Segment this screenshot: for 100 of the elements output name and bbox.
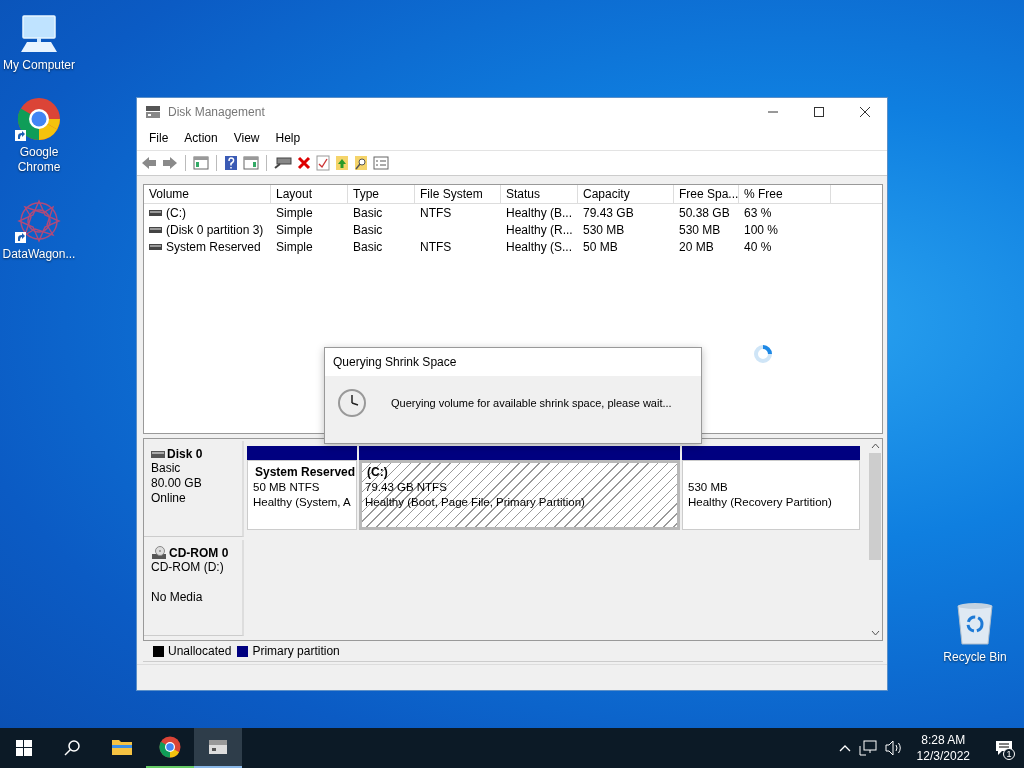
table-cell: Basic (353, 239, 383, 254)
table-cell: 530 MB (583, 222, 625, 237)
window-title: Disk Management (168, 105, 265, 119)
console-tree-icon[interactable] (193, 155, 209, 171)
column-header[interactable]: Volume (144, 185, 271, 203)
folder-search-icon[interactable] (354, 155, 368, 171)
recycle-bin-icon[interactable] (955, 602, 995, 646)
table-cell: 63 % (744, 205, 772, 220)
desktop-icon-label[interactable]: Recycle Bin (943, 650, 1007, 665)
menu-item[interactable]: Action (176, 131, 226, 145)
table-cell: 50.38 GB (679, 205, 730, 220)
column-header[interactable]: Status (501, 185, 578, 203)
partition-status: Healthy (Boot, Page File, Primary Partition) (365, 495, 586, 510)
partition-size: 530 MB (688, 480, 729, 495)
disk-info: 80.00 GB (151, 476, 203, 491)
menu-item[interactable]: Help (267, 131, 309, 145)
partition-block[interactable]: System Reserved 50 MB NTFS Healthy (System, A (247, 460, 357, 530)
table-cell: 50 MB (583, 239, 618, 254)
taskbar-app-button[interactable] (194, 728, 242, 768)
column-header[interactable]: % Free (739, 185, 831, 203)
partition-block[interactable]: 530 MB Healthy (Recovery Partition) (682, 460, 860, 530)
menu-item[interactable]: View (225, 131, 268, 145)
table-cell: Basic (353, 222, 383, 237)
partition-size: 50 MB NTFS (253, 480, 321, 495)
table-cell[interactable]: (Disk 0 partition 3) (166, 222, 264, 237)
chrome-icon (159, 736, 181, 758)
partition-status: Healthy (System, A (253, 495, 352, 510)
desktop-icon-label[interactable]: Google Chrome (0, 145, 78, 175)
disk-info: CD-ROM (D:) (151, 560, 225, 575)
table-cell: 100 % (744, 222, 779, 237)
legend-label: Primary partition (252, 644, 340, 658)
column-header[interactable]: Layout (271, 185, 348, 203)
shortcut-arrow-icon (15, 130, 26, 141)
column-header[interactable]: Capacity (578, 185, 674, 203)
dialog-message: Querying volume for available shrink space, please wait... (391, 397, 672, 409)
close-icon[interactable] (859, 106, 871, 118)
table-cell: Basic (353, 205, 383, 220)
column-header[interactable]: File System (415, 185, 501, 203)
partition-status: Healthy (Recovery Partition) (688, 495, 833, 510)
maximize-icon[interactable] (813, 106, 825, 118)
column-header[interactable]: Type (348, 185, 415, 203)
volume-icon[interactable] (884, 740, 903, 756)
disk-label-panel[interactable]: CD-ROM 0 CD-ROM (D:) No Media (144, 540, 244, 636)
partition-block[interactable]: (C:) 79.43 GB NTFS Healthy (Boot, Page File, Primary Partition) (359, 460, 680, 530)
chrome-icon[interactable] (17, 97, 61, 141)
table-cell: 79.43 GB (583, 205, 634, 220)
table-cell: Healthy (S... (506, 239, 573, 254)
back-arrow-icon[interactable] (141, 155, 157, 171)
volume-icon (149, 243, 162, 250)
table-cell: Simple (276, 205, 313, 220)
scroll-up-icon[interactable] (870, 443, 880, 449)
checklist-icon[interactable] (316, 155, 330, 171)
table-cell: NTFS (420, 239, 452, 254)
desktop-icon-label[interactable]: DataWagon... (2, 247, 76, 262)
dialog-title: Querying Shrink Space (333, 355, 457, 369)
windows-start-icon[interactable] (16, 740, 32, 756)
disk-status: Online (151, 491, 187, 506)
disk-status: No Media (151, 590, 204, 605)
scroll-down-icon[interactable] (870, 630, 880, 636)
disk-management-icon (207, 738, 229, 756)
table-cell: 530 MB (679, 222, 721, 237)
folder-icon (111, 738, 133, 756)
table-cell: 40 % (744, 239, 772, 254)
star-pattern-icon[interactable] (17, 199, 61, 243)
table-cell: Simple (276, 222, 313, 237)
network-icon[interactable] (858, 740, 877, 756)
column-header[interactable]: Free Spa... (674, 185, 739, 203)
chevron-up-icon[interactable] (838, 744, 851, 752)
busy-cursor-icon (753, 344, 773, 364)
clock-icon (337, 388, 367, 418)
date: 12/3/2022 (916, 748, 970, 764)
table-cell: Healthy (R... (506, 222, 573, 237)
table-cell: Healthy (B... (506, 205, 573, 220)
table-cell[interactable]: (C:) (166, 205, 186, 220)
forward-arrow-icon[interactable] (162, 155, 178, 171)
folder-up-icon[interactable] (335, 155, 349, 171)
search-icon[interactable] (64, 740, 80, 756)
volume-icon (149, 209, 162, 216)
help-icon[interactable] (224, 155, 238, 171)
delete-icon[interactable] (297, 156, 311, 170)
shortcut-arrow-icon (15, 232, 26, 243)
cd-drive-icon (151, 546, 167, 560)
table-cell: 20 MB (679, 239, 714, 254)
desktop-icon-label[interactable]: My Computer (3, 58, 75, 73)
disk-info: Basic (151, 461, 182, 476)
drive-icon[interactable] (274, 156, 292, 170)
clock[interactable]: 8:28 AM 12/3/2022 (910, 732, 976, 764)
partition-size: 79.43 GB NTFS (365, 480, 448, 495)
table-cell: NTFS (420, 205, 452, 220)
disk-label-panel[interactable]: Disk 0 Basic 80.00 GB Online (144, 441, 244, 537)
table-cell: Simple (276, 239, 313, 254)
partition-name: (C:) (366, 465, 389, 480)
action-pane-icon[interactable] (243, 155, 259, 171)
disk-name: CD-ROM 0 (169, 546, 229, 560)
disk-management-icon (145, 105, 161, 119)
menu-item[interactable]: File (141, 131, 177, 145)
table-cell[interactable]: System Reserved (166, 239, 261, 254)
volume-icon (149, 226, 162, 233)
notification-count: 1 (1003, 748, 1015, 760)
legend-label: Unallocated (168, 644, 232, 658)
